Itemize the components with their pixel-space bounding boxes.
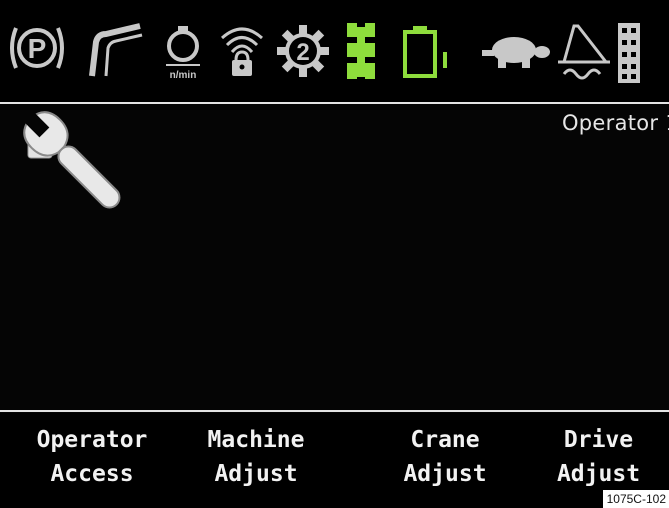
axle-lock-icon: [347, 23, 375, 79]
softkey-label-line1: Drive: [563, 427, 634, 453]
softkey-label-line2: Adjust: [214, 461, 298, 487]
locked-wrench-icon: [23, 111, 121, 209]
softkey-label-line1: Machine: [207, 427, 305, 453]
softkey-label-line2: Adjust: [556, 461, 641, 487]
gear-2-icon: 2: [277, 25, 329, 77]
svg-text:P: P: [28, 33, 47, 64]
svg-text:2: 2: [296, 39, 309, 66]
boom-oscillation-icon: [558, 24, 610, 80]
softkey-label-line1: Operator: [36, 427, 148, 453]
status-divider: [0, 102, 669, 104]
figure-id-label: 1075C-102: [602, 490, 669, 508]
wireless-lock-icon: [220, 27, 264, 76]
operator-label: Operator 1: [561, 111, 669, 135]
parking-brake-icon: P: [10, 27, 64, 69]
turtle-speed-icon: [482, 37, 550, 68]
outrigger-icon: [403, 26, 447, 78]
engine-speed-icon: n/min: [166, 26, 200, 81]
softkey-bar: Operator Access Machine Adjust Crane Adj…: [0, 413, 669, 508]
softkey-label-line1: Crane: [410, 427, 480, 453]
operator-access-button[interactable]: Operator Access: [8, 423, 176, 491]
status-bar: P n/min 2: [0, 0, 669, 103]
softkey-divider: [0, 410, 669, 412]
drive-adjust-button[interactable]: Drive Adjust: [528, 423, 669, 491]
boom-icon: [89, 23, 143, 77]
softkey-label-line2: Access: [50, 461, 134, 487]
svg-text:n/min: n/min: [170, 70, 197, 81]
softkey-label-line2: Adjust: [403, 461, 487, 487]
crane-adjust-button[interactable]: Crane Adjust: [370, 423, 520, 491]
track-icon: [618, 23, 640, 83]
machine-adjust-button[interactable]: Machine Adjust: [176, 423, 336, 491]
display-screen: P n/min 2 Operator 1 Operator Access Mac…: [0, 0, 669, 508]
